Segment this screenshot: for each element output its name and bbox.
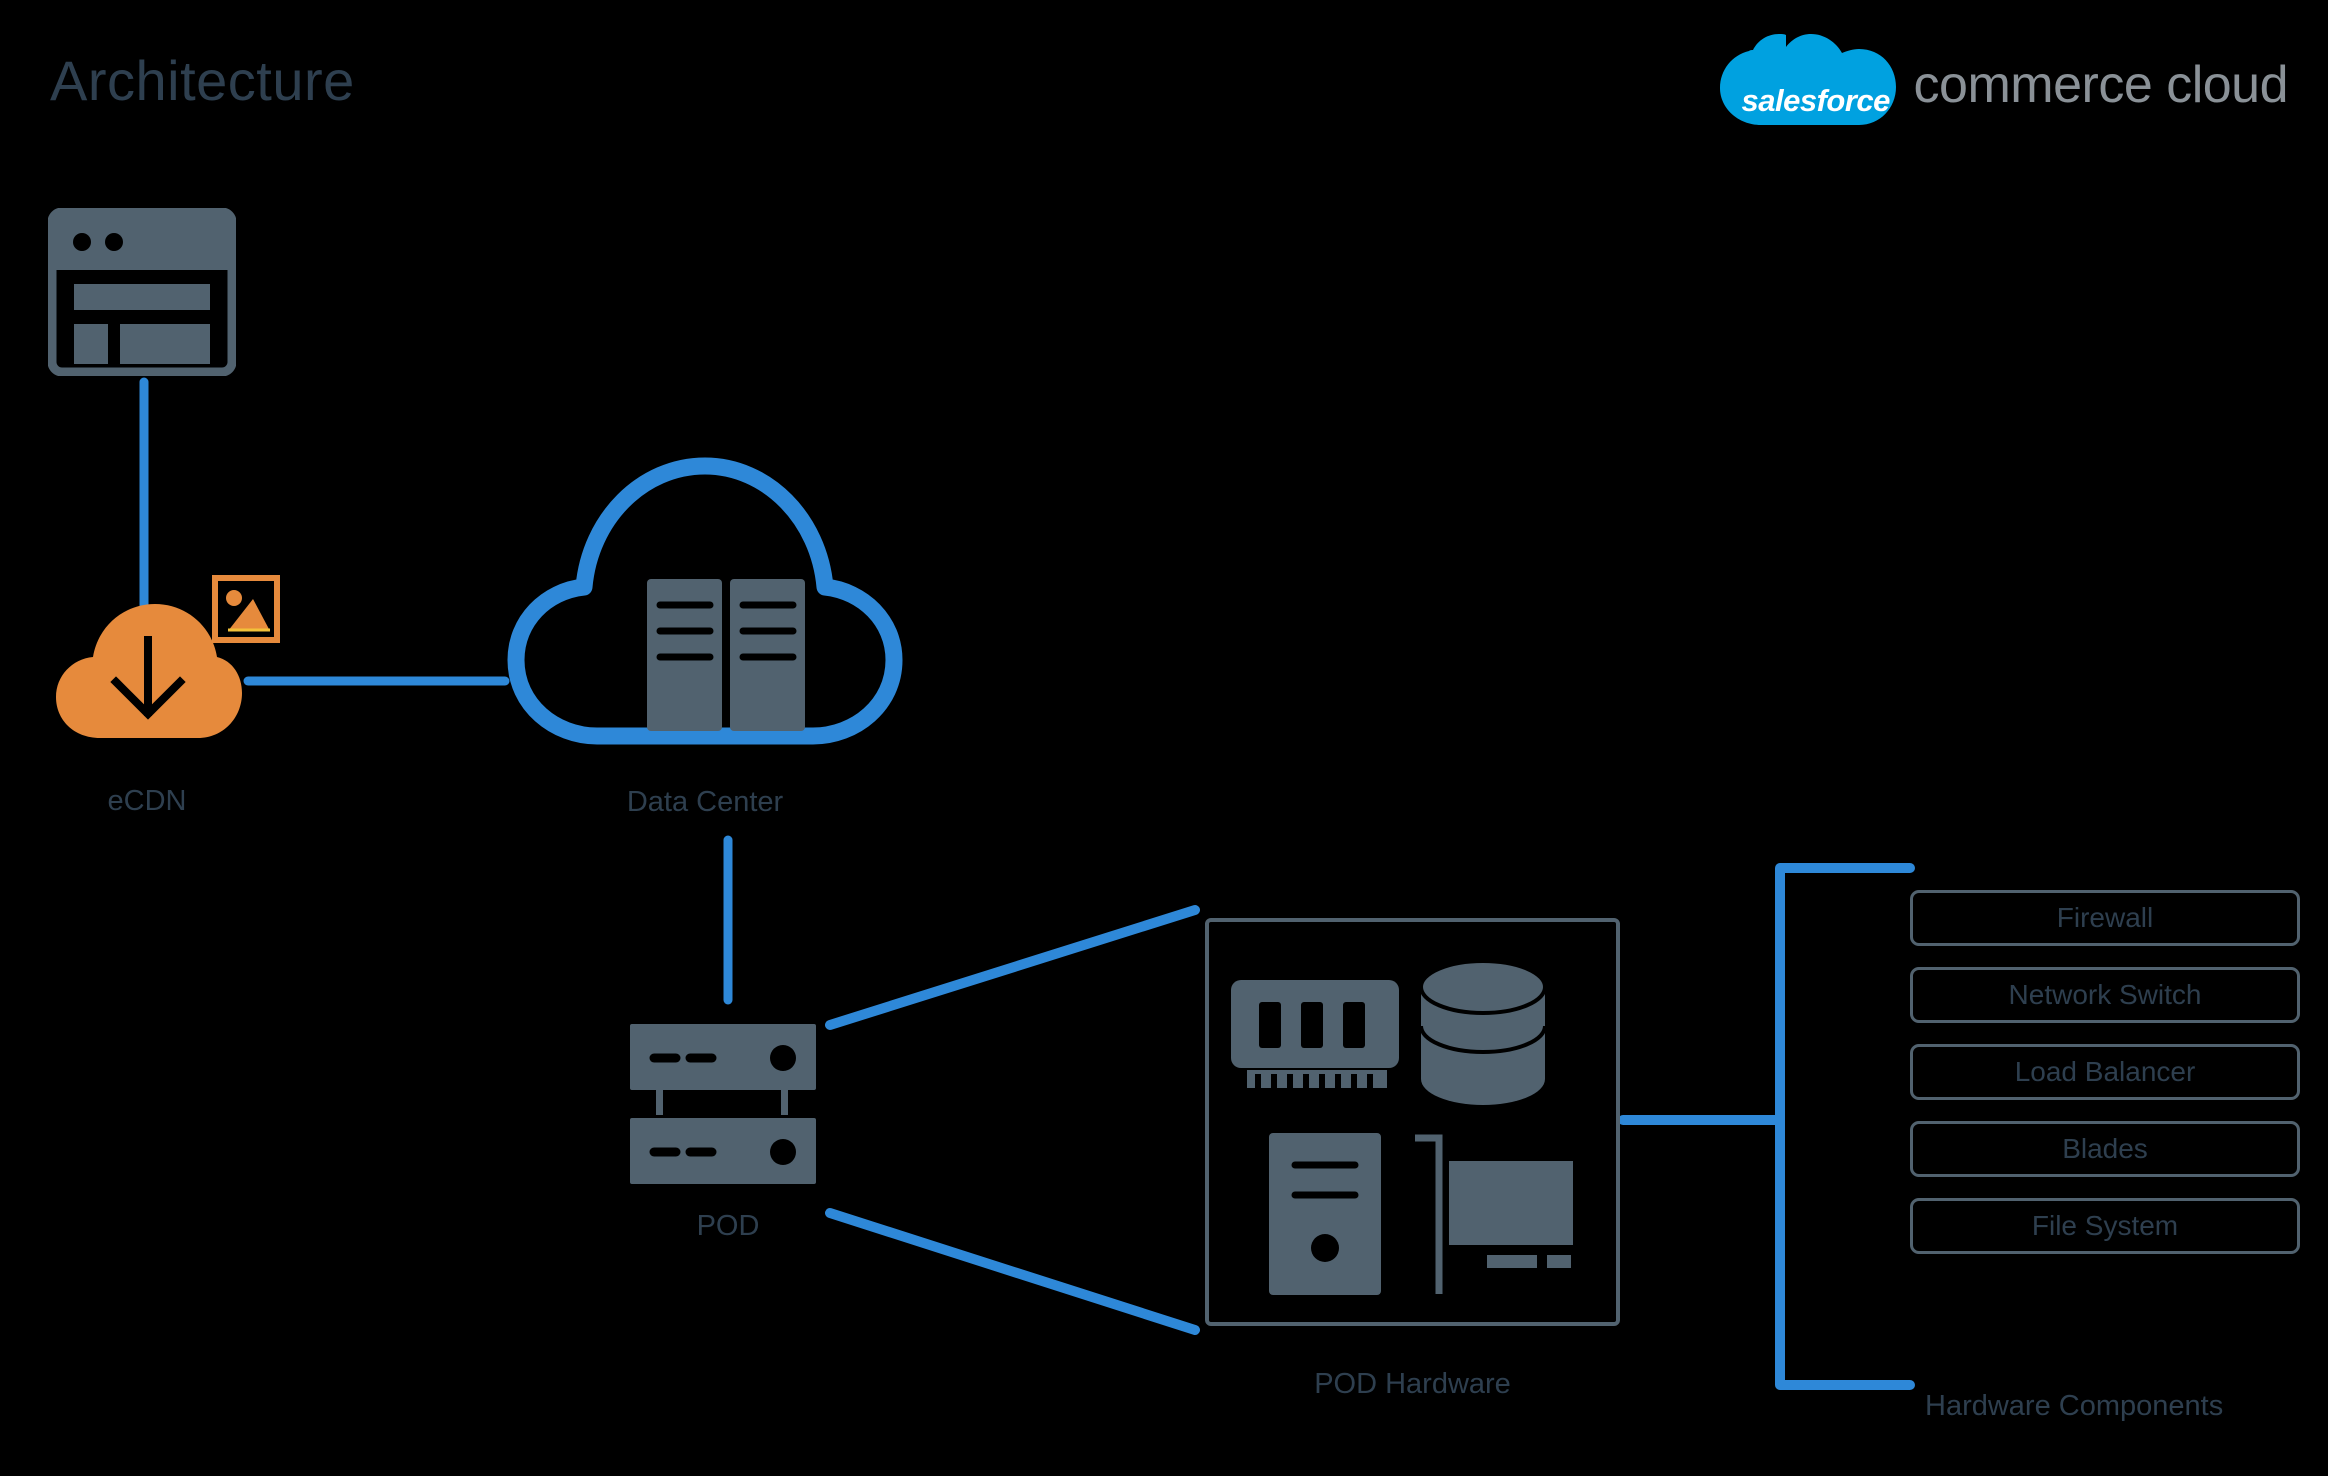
hardware-component-network-switch[interactable]: Network Switch xyxy=(1910,967,2300,1023)
hardware-component-blades[interactable]: Blades xyxy=(1910,1121,2300,1177)
page-title: Architecture xyxy=(50,49,355,112)
hardware-component-label: Firewall xyxy=(2056,902,2154,933)
ecdn-label: eCDN xyxy=(107,785,187,817)
edge-pod-to-hardware-upper xyxy=(825,905,1200,1030)
cloud-servers-icon xyxy=(505,455,905,750)
hardware-component-label: Load Balancer xyxy=(2014,1056,2196,1087)
data-center-label: Data Center xyxy=(626,786,784,818)
salesforce-commerce-cloud-logo: salesforce commerce cloud xyxy=(1719,30,2289,140)
edge-pod-to-hardware-lower xyxy=(825,1208,1200,1335)
hardware-component-label: Network Switch xyxy=(2008,979,2202,1010)
diagram-canvas: Architecture salesforce commerce cloud e… xyxy=(0,0,2328,1476)
hardware-component-load-balancer[interactable]: Load Balancer xyxy=(1910,1044,2300,1100)
rack-servers-icon xyxy=(628,1020,828,1225)
image-asset-icon xyxy=(212,575,280,648)
memory-module-icon xyxy=(1231,980,1399,1088)
pod-label: POD xyxy=(696,1210,760,1242)
pc-tower-icon xyxy=(1269,1133,1381,1295)
pod-hardware-icon-group xyxy=(1225,940,1605,1313)
hardware-component-file-system[interactable]: File System xyxy=(1910,1198,2300,1254)
hardware-components-bracket xyxy=(1775,863,1915,1390)
hardware-component-label: File System xyxy=(2031,1210,2179,1241)
monitor-icon xyxy=(1415,1134,1573,1294)
connector-edges xyxy=(139,377,1915,1390)
salesforce-wordmark: salesforce xyxy=(1741,83,1891,118)
pod-hardware-label: POD Hardware xyxy=(1314,1368,1511,1400)
hardware-components-caption: Hardware Components xyxy=(1925,1390,2224,1422)
hardware-component-label: Blades xyxy=(2062,1133,2148,1164)
hardware-components-list: Firewall Network Switch Load Balancer Bl… xyxy=(1910,890,2300,1254)
commerce-cloud-wordmark: commerce cloud xyxy=(1913,56,2289,114)
salesforce-cloud-icon: salesforce xyxy=(1719,31,1896,139)
hardware-component-firewall[interactable]: Firewall xyxy=(1910,890,2300,946)
browser-window-icon xyxy=(47,207,237,381)
database-cylinder-icon xyxy=(1419,959,1547,1105)
